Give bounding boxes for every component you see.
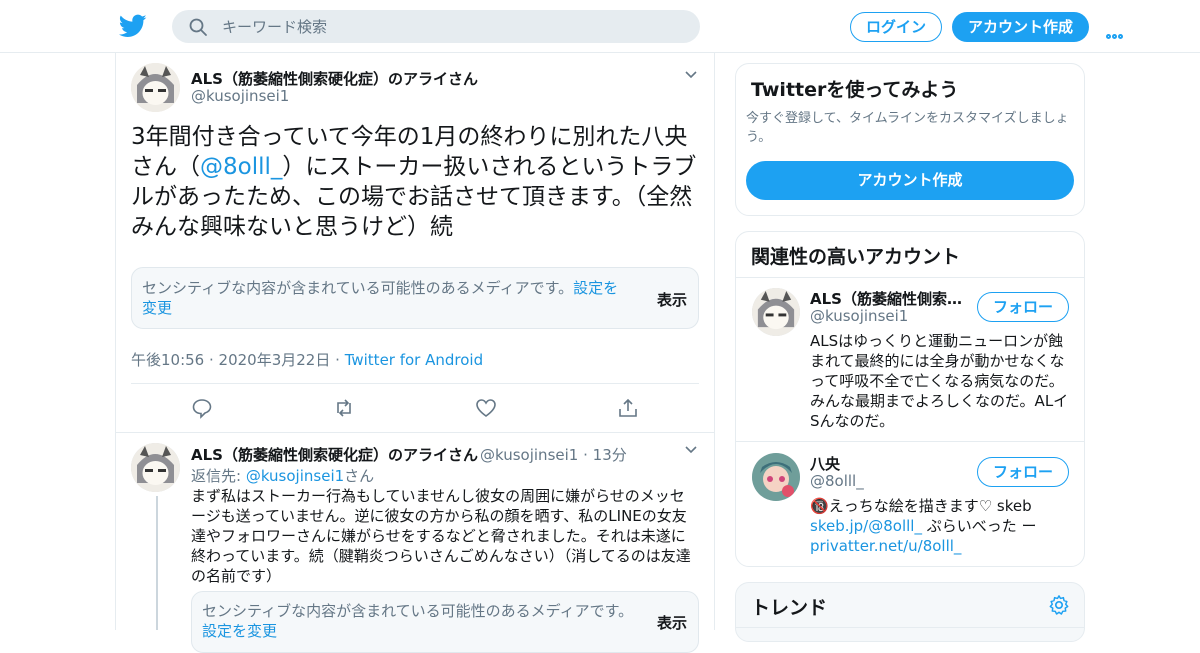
follow-button[interactable]: フォロー	[977, 457, 1069, 487]
reply-to-link[interactable]: @kusojinsei1	[246, 467, 344, 485]
avatar-art-icon	[752, 288, 800, 336]
search-icon	[189, 18, 207, 36]
signup-card-subtitle: 今すぐ登録して、タイムラインをカスタマイズしましょう。	[746, 111, 1069, 145]
divider	[736, 441, 1084, 442]
related-accounts-card: 関連性の高いアカウント ALS（筋萎縮性側索… @kusojinsei1 フォロ…	[735, 231, 1085, 567]
twitter-logo-icon[interactable]	[119, 12, 147, 40]
chevron-down-icon[interactable]	[685, 71, 697, 79]
sensitive-media-message: センシティブな内容が含まれている可能性のあるメディアです。設定を変更	[142, 279, 619, 317]
trends-title: トレンド	[751, 597, 828, 619]
related-account-bio: ALSはゆっくりと運動ニューロンが蝕まれて最終的には全身が動かせなくなって呼吸不…	[810, 332, 1069, 430]
signup-card-button[interactable]: アカウント作成	[746, 161, 1074, 200]
avatar[interactable]	[131, 443, 180, 492]
related-account-bio: 🔞えっちな絵を描きます♡ skeb skeb.jp/@8olll_ ぷらいべった …	[810, 497, 1037, 555]
reply-author-handle[interactable]: @kusojinsei1 · 13分	[480, 444, 627, 465]
trends-card: トレンド	[735, 582, 1085, 642]
privatter-link[interactable]: privatter.net/u/8olll_	[810, 537, 961, 555]
search-input[interactable]	[222, 10, 682, 43]
reply-text: まず私はストーカー行為もしていませんし彼女の周囲に嫌がらせのメッセージも送ってい…	[191, 487, 691, 585]
timeline: ALS（筋萎縮性側索硬化症）のアライさん @kusojinsei1 3年間付き合…	[115, 53, 715, 653]
signup-button[interactable]: アカウント作成	[952, 12, 1089, 42]
tweet-text: 3年間付き合っていて今年の1月の終わりに別れた八央さん（@8olll_）にストー…	[131, 124, 697, 240]
sensitive-media-message: センシティブな内容が含まれている可能性のあるメディアです。設定を変更	[202, 602, 634, 640]
avatar-art-icon	[131, 63, 180, 112]
related-accounts-title: 関連性の高いアカウント	[751, 246, 961, 268]
avatar[interactable]	[752, 453, 800, 501]
related-account-handle[interactable]: @kusojinsei1	[810, 307, 908, 325]
mention-link[interactable]: @8olll_	[200, 154, 282, 180]
reply-to-line: 返信先: @kusojinsei1さん	[191, 467, 375, 485]
related-account-name[interactable]: ALS（筋萎縮性側索…	[810, 288, 962, 309]
tweet-author-handle[interactable]: @kusojinsei1	[191, 87, 289, 105]
show-media-button[interactable]: 表示	[657, 289, 687, 310]
divider	[131, 383, 699, 384]
divider	[116, 432, 714, 433]
related-account-name[interactable]: 八央	[810, 453, 840, 474]
signup-card: Twitterを使ってみよう 今すぐ登録して、タイムラインをカスタマイズしましょ…	[735, 63, 1085, 216]
reply-icon[interactable]	[191, 397, 213, 419]
search-bar[interactable]	[172, 10, 700, 43]
thread-line	[156, 496, 158, 630]
avatar-art-icon	[131, 443, 180, 492]
sensitive-media-notice: センシティブな内容が含まれている可能性のあるメディアです。設定を変更 表示	[191, 591, 699, 653]
top-bar: ログイン アカウント作成	[0, 0, 1200, 53]
adult-content-icon: 🔞	[810, 497, 829, 515]
tweet-metadata: 午後10:56 · 2020年3月22日 · Twitter for Andro…	[131, 351, 484, 369]
divider	[736, 277, 1084, 278]
change-settings-link[interactable]: 設定を変更	[202, 622, 277, 640]
gear-icon[interactable]	[1048, 594, 1070, 616]
follow-button[interactable]: フォロー	[977, 292, 1069, 322]
avatar-art-icon	[752, 453, 800, 501]
retweet-icon[interactable]	[333, 397, 355, 419]
tweet-author-name[interactable]: ALS（筋萎縮性側索硬化症）のアライさん	[191, 68, 478, 89]
related-account-handle[interactable]: @8olll_	[810, 472, 864, 490]
share-icon[interactable]	[617, 397, 639, 419]
timestamp[interactable]: 午後10:56 · 2020年3月22日	[131, 351, 330, 369]
source-link[interactable]: Twitter for Android	[345, 351, 483, 369]
like-icon[interactable]	[475, 397, 497, 419]
avatar[interactable]	[752, 288, 800, 336]
chevron-down-icon[interactable]	[685, 446, 697, 454]
sensitive-media-notice: センシティブな内容が含まれている可能性のあるメディアです。設定を変更 表示	[131, 267, 699, 329]
login-button[interactable]: ログイン	[850, 12, 942, 42]
skeb-link[interactable]: skeb.jp/@8olll_	[810, 517, 922, 535]
avatar[interactable]	[131, 63, 180, 112]
reply-author-name[interactable]: ALS（筋萎縮性側索硬化症）のアライさん	[191, 444, 478, 465]
signup-card-title: Twitterを使ってみよう	[751, 79, 959, 101]
more-options-icon[interactable]	[1106, 24, 1130, 39]
divider	[736, 627, 1084, 628]
